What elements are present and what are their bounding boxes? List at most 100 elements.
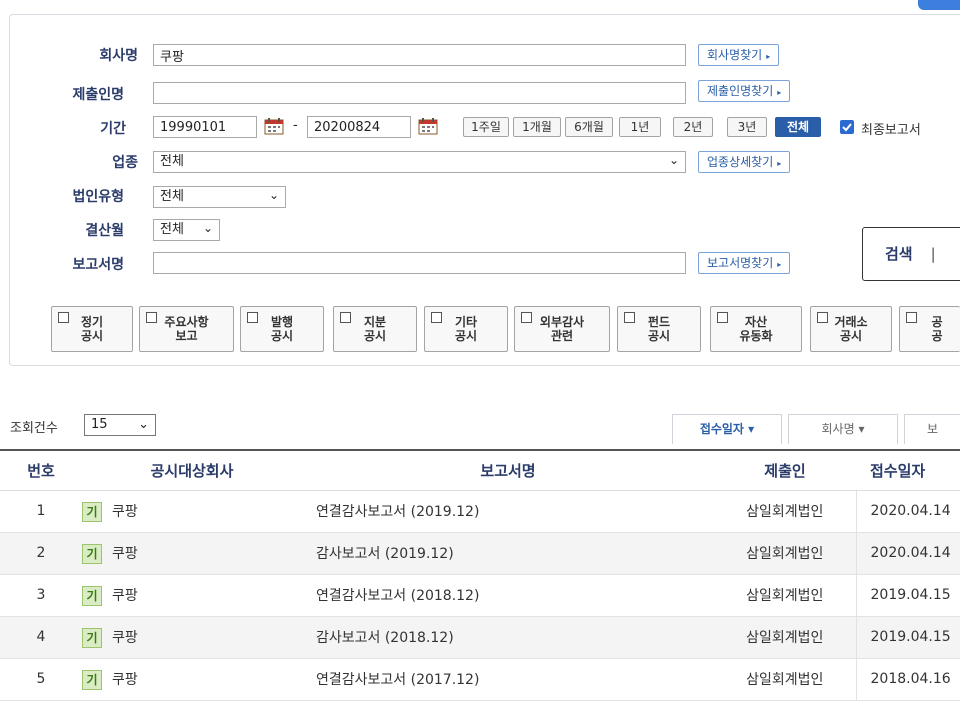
submitter-find-button[interactable]: 제출인명찾기 ▸ (698, 80, 791, 102)
date-cell: 2019.04.15 (855, 616, 960, 658)
settle-month-select[interactable]: 전체 ⌄ (153, 219, 220, 241)
period-2year-button[interactable]: 2년 (673, 117, 713, 137)
chevron-down-icon: ⌄ (202, 221, 213, 235)
category-line2: 관련 (550, 329, 574, 343)
date-to-input[interactable] (307, 116, 411, 138)
category-line1: 발행 (270, 315, 294, 329)
industry-find-label: 업종상세찾기 (707, 155, 774, 169)
period-1month-button[interactable]: 1개월 (513, 117, 561, 137)
row-number: 3 (36, 587, 46, 603)
report-link[interactable]: 연결감사보고서 (2018.12) (302, 574, 714, 616)
category-regular[interactable]: 정기 공시 (51, 306, 133, 352)
corp-type-label: 법인유형 (72, 189, 124, 205)
industry-select[interactable]: 전체 ⌄ (153, 151, 686, 173)
table-row: 1 기 쿠팡 연결감사보고서 (2019.12) 삼일회계법인 2020.04.1… (0, 490, 960, 532)
category-line2: 공시 (270, 329, 294, 343)
arrow-right-icon: ▸ (777, 159, 782, 168)
search-button[interactable]: 검색 | (862, 227, 960, 281)
category-major[interactable]: 주요사항 보고 (139, 306, 234, 352)
sort-company-button[interactable]: 회사명 ▾ (788, 414, 898, 444)
chevron-down-icon: ⌄ (138, 417, 149, 432)
date-cell: 2020.04.14 (855, 532, 960, 574)
company-label: 회사명 (99, 48, 138, 64)
corp-type-value: 전체 (160, 189, 184, 204)
category-line2: 유동화 (739, 329, 773, 343)
table-header-row: 번호 공시대상회사 보고서명 제출인 접수일자 (0, 450, 960, 491)
company-link[interactable]: 쿠팡 (112, 546, 138, 562)
market-badge: 기 (82, 585, 102, 606)
arrow-right-icon: ▸ (777, 260, 782, 269)
report-name-label: 보고서명 (72, 257, 124, 273)
industry-find-button[interactable]: 업종상세찾기 ▸ (698, 151, 791, 173)
submitter-label: 제출인명 (72, 87, 124, 103)
report-find-button[interactable]: 보고서명찾기 ▸ (698, 252, 791, 274)
date-cell: 2019.04.15 (855, 574, 960, 616)
row-number: 2 (36, 545, 46, 561)
category-equity[interactable]: 지분 공시 (333, 306, 417, 352)
corp-type-select[interactable]: 전체 ⌄ (153, 186, 286, 208)
category-line2: 보고 (175, 329, 198, 343)
category-securitization[interactable]: 자산 유동화 (710, 306, 802, 352)
col-company: 공시대상회사 (82, 450, 302, 491)
period-1year-button[interactable]: 1년 (619, 117, 661, 137)
settle-month-label: 결산월 (85, 223, 124, 239)
category-line1: 주요사항 (164, 315, 209, 329)
arrow-right-icon: ▸ (766, 52, 771, 61)
sort-report-button[interactable]: 보 (904, 414, 960, 444)
calendar-icon[interactable] (418, 117, 438, 135)
result-count-label: 조회건수 (10, 421, 58, 436)
submitter-cell: 삼일회계법인 (746, 630, 824, 646)
table-row: 2 기 쿠팡 감사보고서 (2019.12) 삼일회계법인 2020.04.14 (0, 532, 960, 574)
category-external-audit[interactable]: 외부감사 관련 (514, 306, 610, 352)
report-link[interactable]: 감사보고서 (2018.12) (302, 616, 714, 658)
submitter-cell: 삼일회계법인 (746, 546, 824, 562)
results-table: 번호 공시대상회사 보고서명 제출인 접수일자 1 기 쿠팡 연결감사보고서 (2… (0, 449, 960, 701)
result-count-select[interactable]: 15 ⌄ (84, 414, 156, 436)
chevron-down-icon: ⌄ (668, 153, 679, 167)
calendar-icon[interactable] (264, 117, 284, 135)
company-find-label: 회사명찾기 (707, 48, 763, 62)
category-line2: 공시 (454, 329, 478, 343)
category-line1: 펀드 (647, 315, 671, 329)
report-name-input[interactable] (153, 252, 686, 274)
submitter-find-label: 제출인명찾기 (707, 84, 774, 98)
period-3year-button[interactable]: 3년 (727, 117, 767, 137)
category-public[interactable]: 공공 (899, 306, 960, 352)
company-link[interactable]: 쿠팡 (112, 588, 138, 604)
category-other[interactable]: 기타 공시 (424, 306, 508, 352)
report-link[interactable]: 연결감사보고서 (2017.12) (302, 658, 714, 700)
date-from-input[interactable] (153, 116, 257, 138)
check-icon (842, 123, 852, 132)
chevron-down-icon: ⌄ (268, 188, 279, 202)
report-link[interactable]: 연결감사보고서 (2019.12) (302, 490, 714, 532)
company-find-button[interactable]: 회사명찾기 ▸ (698, 44, 780, 66)
col-date: 접수일자 (856, 450, 960, 491)
top-action-button[interactable] (918, 0, 960, 10)
arrow-right-icon: ▸ (777, 88, 782, 97)
report-link[interactable]: 감사보고서 (2019.12) (302, 532, 714, 574)
date-cell: 2018.04.16 (855, 658, 960, 700)
result-count-value: 15 (91, 417, 108, 432)
category-fund[interactable]: 펀드 공시 (617, 306, 701, 352)
final-report-checkbox[interactable] (840, 120, 854, 134)
sort-date-button[interactable]: 접수일자 ▾ (672, 414, 782, 444)
submitter-cell: 삼일회계법인 (746, 588, 824, 604)
category-issue[interactable]: 발행 공시 (240, 306, 324, 352)
category-line2: 공 (931, 329, 943, 343)
company-link[interactable]: 쿠팡 (112, 504, 138, 520)
period-6month-button[interactable]: 6개월 (565, 117, 613, 137)
company-input[interactable] (153, 44, 686, 66)
category-line2: 공시 (647, 329, 671, 343)
submitter-input[interactable] (153, 82, 686, 104)
category-line1: 외부감사 (539, 315, 585, 329)
category-exchange[interactable]: 거래소 공시 (810, 306, 892, 352)
market-badge: 기 (82, 627, 102, 648)
search-label: 검색 (885, 245, 913, 263)
category-line2: 공시 (839, 329, 863, 343)
period-all-button[interactable]: 전체 (775, 117, 821, 137)
period-1week-button[interactable]: 1주일 (463, 117, 509, 137)
industry-label: 업종 (112, 155, 138, 171)
company-link[interactable]: 쿠팡 (112, 672, 138, 688)
company-link[interactable]: 쿠팡 (112, 630, 138, 646)
market-badge: 기 (82, 543, 102, 564)
